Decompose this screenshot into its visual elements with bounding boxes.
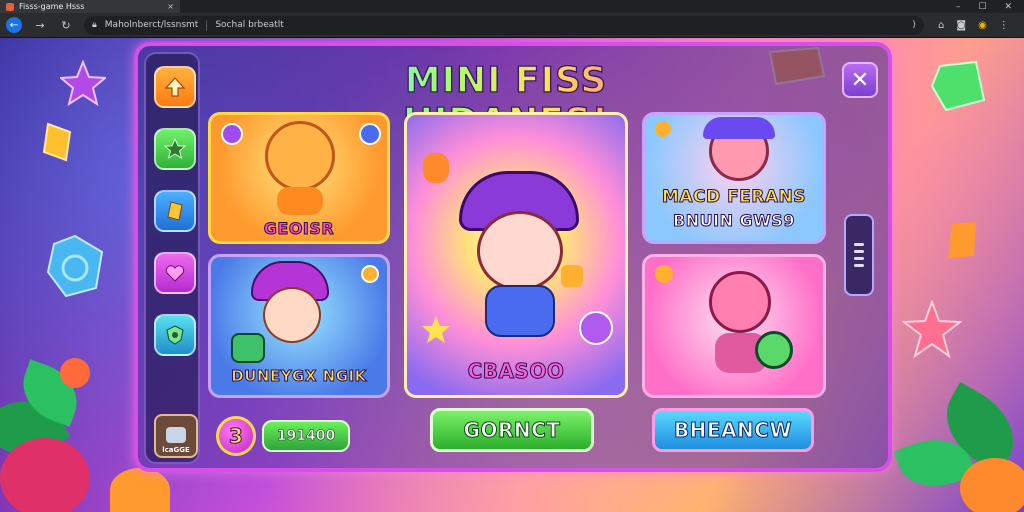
gold-key-icon [561, 265, 583, 287]
extension-icon[interactable]: ⟩ [912, 20, 916, 30]
character-bear-avatar [265, 121, 335, 191]
card-label-top-right-line1: MACD FERANS [661, 187, 807, 208]
pink-star-decoration-icon [902, 300, 962, 358]
card-label-bottom-left: DUNEYGX NGIK [231, 367, 367, 386]
green-shield-icon [755, 331, 793, 369]
sidebar-settings-button[interactable]: lcaGGE [154, 414, 198, 458]
tab-close-icon[interactable]: × [167, 2, 174, 11]
close-window-icon[interactable]: ✕ [1004, 2, 1012, 12]
gold-coin-icon [655, 265, 673, 283]
sidebar-gem-button[interactable] [154, 190, 196, 232]
browser-tab-bar: Fisss-game Hsss × – ☐ ✕ [0, 0, 1024, 13]
arrow-up-icon [164, 77, 186, 97]
green-gem-decoration-icon [930, 60, 986, 112]
gold-coin-icon [361, 265, 379, 283]
crystal-decoration-icon [46, 234, 104, 298]
character-bunny-avatar [709, 271, 771, 333]
sidebar-arrow-up-button[interactable] [154, 66, 196, 108]
green-jar-icon [231, 333, 265, 363]
profile-icon[interactable]: ◉ [978, 20, 987, 31]
character-card-bottom-right[interactable] [642, 254, 826, 398]
card-label-top-right-line2: BNUIN GWS9 [673, 211, 795, 231]
search-hint-text: Sochal brbeatlt [215, 20, 284, 30]
menu-icon[interactable]: ⋮ [999, 20, 1009, 31]
heart-icon [165, 265, 185, 282]
grip-line [854, 257, 864, 260]
star-decoration-icon [60, 60, 106, 106]
card-label-top-left: GEOISR [263, 219, 335, 239]
card-label-center: CBASOO [467, 359, 565, 384]
shield-icon [166, 325, 184, 345]
blue-orb-icon [359, 123, 381, 145]
character-body [277, 187, 323, 215]
character-card-bottom-left[interactable]: DUNEYGX NGIK [208, 254, 390, 398]
gold-coin-icon [655, 121, 671, 137]
reload-icon[interactable]: ↻ [58, 17, 74, 33]
gem-icon [167, 201, 183, 221]
minimize-icon[interactable]: – [956, 2, 961, 12]
game-scene: MINI FISS HIDANES! ✕ lcaGGE [0, 38, 1024, 512]
character-body [485, 285, 555, 337]
character-card-top-left[interactable]: GEOISR [208, 112, 390, 244]
sidebar: lcaGGE [144, 52, 200, 464]
home-icon[interactable]: ⌂ [938, 20, 944, 31]
score-display: 191400 [262, 420, 350, 452]
sidebar-heart-button[interactable] [154, 252, 196, 294]
gem-decoration-icon [42, 122, 72, 162]
sidebar-shield-button[interactable] [154, 314, 196, 356]
coin-counter: 3 [216, 416, 256, 456]
back-icon[interactable]: ← [6, 17, 22, 33]
sidebar-bottom-label: lcaGGE [162, 446, 190, 454]
yellow-star-icon [422, 316, 450, 343]
orange-acorn-icon [423, 153, 449, 183]
favicon-icon [6, 2, 14, 11]
grip-line [854, 264, 864, 267]
maximize-icon[interactable]: ☐ [978, 2, 986, 12]
forward-icon[interactable]: → [32, 17, 48, 33]
flower-decoration [960, 458, 1024, 512]
star-icon [163, 137, 187, 160]
blue-cap [703, 117, 775, 139]
tab-title: Fisss-game Hsss [19, 2, 85, 11]
connect-button[interactable]: GORNCT [430, 408, 594, 452]
flower-bud-decoration [60, 358, 90, 388]
window-controls: – ☐ ✕ [956, 2, 1024, 12]
browser-tab[interactable]: Fisss-game Hsss × [0, 0, 180, 13]
purple-orb-icon [221, 123, 243, 145]
close-button[interactable]: ✕ [842, 62, 878, 98]
character-card-center[interactable]: CBASOO [404, 112, 628, 398]
character-card-top-right[interactable]: MACD FERANS BNUIN GWS9 [642, 112, 826, 244]
grip-line [854, 243, 864, 246]
scroll-handle[interactable] [844, 214, 874, 296]
shield-icon[interactable]: ◙ [956, 20, 966, 31]
toolbar-actions: ⌂ ◙ ◉ ⋮ [938, 20, 1009, 31]
grip-line [854, 250, 864, 253]
url-text: Maholnberct/lssnsmt [104, 20, 199, 30]
address-bar[interactable]: 🔒︎ Maholnberct/lssnsmt Sochal brbeatlt ⟩ [84, 15, 924, 35]
purple-orb-icon [579, 311, 613, 345]
toolbox-icon [166, 427, 186, 443]
character-cat-avatar [477, 211, 563, 291]
omnibox-divider [206, 19, 208, 31]
sidebar-star-button[interactable] [154, 128, 196, 170]
blue-action-button[interactable]: BHEANCW [652, 408, 814, 452]
flower-decoration [0, 438, 90, 512]
amber-gem-decoration-icon [948, 222, 976, 258]
flower-decoration [110, 468, 170, 512]
character-girl-avatar [263, 287, 321, 343]
game-panel: MINI FISS HIDANES! ✕ lcaGGE [134, 42, 892, 472]
browser-toolbar: ← → ↻ 🔒︎ Maholnberct/lssnsmt Sochal brbe… [0, 13, 1024, 38]
lock-icon: 🔒︎ [92, 20, 97, 30]
